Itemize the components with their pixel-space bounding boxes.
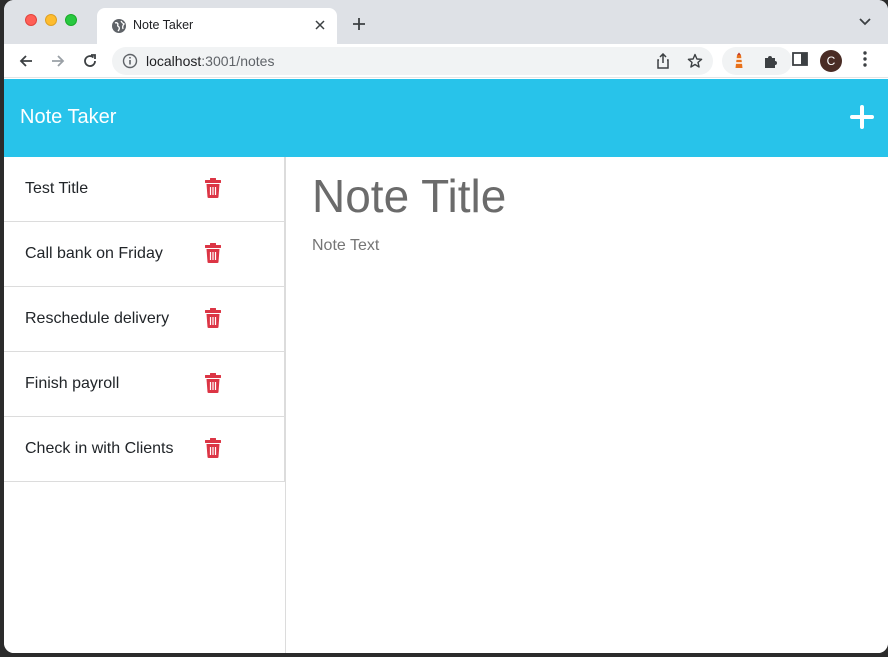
close-tab-icon[interactable]	[311, 16, 329, 34]
trash-icon[interactable]	[204, 178, 222, 198]
site-info-icon[interactable]	[122, 53, 138, 69]
note-list: Test Title Call bank on Friday Reschedul…	[4, 157, 285, 482]
tab-search-chevron-icon[interactable]	[858, 14, 874, 30]
trash-icon[interactable]	[204, 243, 222, 263]
close-window-button[interactable]	[25, 14, 37, 26]
url-host: localhost	[146, 53, 202, 69]
maximize-window-button[interactable]	[65, 14, 77, 26]
address-bar[interactable]: localhost:3001/notes	[112, 47, 713, 75]
note-list-item[interactable]: Test Title	[4, 157, 285, 222]
minimize-window-button[interactable]	[45, 14, 57, 26]
globe-icon	[112, 19, 126, 33]
reload-icon[interactable]	[79, 50, 101, 72]
extensions-puzzle-icon[interactable]	[762, 52, 780, 70]
note-item-title[interactable]: Check in with Clients	[25, 440, 174, 458]
trash-icon[interactable]	[204, 308, 222, 328]
note-taker-app: Note Taker Test Title Call bank on Frida…	[4, 79, 888, 653]
note-list-item[interactable]: Check in with Clients	[4, 417, 285, 482]
note-item-title[interactable]: Test Title	[25, 180, 88, 198]
tab-title: Note Taker	[133, 18, 194, 32]
more-menu-icon[interactable]	[856, 50, 874, 68]
browser-tab[interactable]: Note Taker	[97, 8, 337, 44]
note-item-title[interactable]: Reschedule delivery	[25, 310, 169, 328]
profile-avatar[interactable]: C	[820, 50, 842, 72]
trash-icon[interactable]	[204, 438, 222, 458]
note-editor	[287, 157, 888, 653]
new-tab-icon[interactable]	[347, 12, 371, 36]
trash-icon[interactable]	[204, 373, 222, 393]
app-brand[interactable]: Note Taker	[20, 106, 116, 129]
browser-toolbar: localhost:3001/notes C	[4, 44, 888, 78]
bookmark-star-icon[interactable]	[686, 52, 704, 70]
back-arrow-icon[interactable]	[15, 50, 37, 72]
note-text-input[interactable]	[312, 237, 872, 637]
note-title-input[interactable]	[312, 169, 872, 223]
url-text: localhost:3001/notes	[146, 53, 274, 69]
side-panel-icon[interactable]	[791, 50, 809, 68]
note-item-title[interactable]: Call bank on Friday	[25, 245, 163, 263]
app-navbar: Note Taker	[4, 79, 888, 157]
note-list-item[interactable]: Finish payroll	[4, 352, 285, 417]
url-path: :3001/notes	[201, 53, 275, 69]
share-icon[interactable]	[654, 52, 672, 70]
note-list-item[interactable]: Reschedule delivery	[4, 287, 285, 352]
notes-sidebar: Test Title Call bank on Friday Reschedul…	[4, 157, 286, 653]
browser-window: Note Taker localhost:3001/notes C Note T…	[4, 0, 888, 653]
extensions-group	[722, 47, 792, 75]
tab-strip: Note Taker	[4, 0, 888, 44]
note-item-title[interactable]: Finish payroll	[25, 375, 119, 393]
lighthouse-extension-icon[interactable]	[730, 52, 748, 70]
note-list-item[interactable]: Call bank on Friday	[4, 222, 285, 287]
forward-arrow-icon[interactable]	[47, 50, 69, 72]
new-note-plus-icon[interactable]	[850, 105, 874, 129]
